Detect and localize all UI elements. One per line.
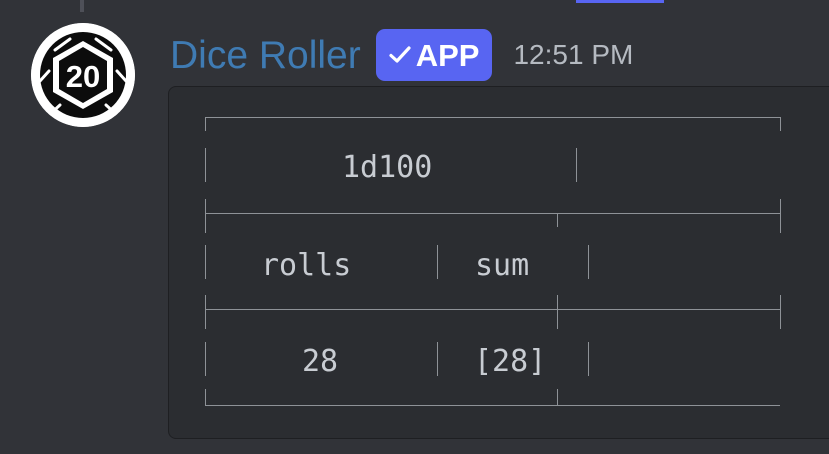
header-separator-left — [205, 295, 206, 329]
message-timestamp[interactable]: 12:51 PM — [513, 41, 633, 69]
avatar[interactable]: 20 — [31, 23, 135, 127]
author-name[interactable]: Dice Roller — [170, 36, 361, 75]
table-top-left-corner — [205, 117, 206, 131]
title-right-border — [576, 148, 577, 182]
title-separator-right — [780, 199, 781, 233]
dice-roller-message: 20 Dice Roller APP 12:51 PM 1d100 rolls … — [0, 0, 829, 454]
header-separator-joint — [557, 295, 558, 329]
badge-label: APP — [415, 37, 480, 73]
rolls-column-header: rolls — [261, 248, 352, 283]
check-icon — [389, 46, 411, 63]
row-left-border — [205, 342, 206, 376]
sum-column-header: sum — [475, 248, 530, 283]
title-separator-left — [205, 199, 206, 233]
rolls-value: 28 — [302, 344, 339, 379]
table-bottom-left-corner — [205, 389, 206, 406]
avatar-number: 20 — [66, 59, 100, 94]
table-top-right-corner — [780, 117, 781, 131]
header-right-border — [588, 245, 589, 279]
title-separator-joint — [557, 213, 558, 227]
table-top-border — [205, 117, 780, 118]
discord-message-screenshot: 20 Dice Roller APP 12:51 PM 1d100 rolls … — [0, 0, 829, 454]
sum-value: [28] — [474, 344, 547, 379]
header-separator-right — [780, 295, 781, 329]
message-header: Dice Roller APP 12:51 PM — [170, 28, 633, 82]
row-middle-border — [437, 342, 438, 376]
title-left-border — [205, 148, 206, 182]
d20-icon: 20 — [31, 23, 135, 127]
app-badge: APP — [375, 29, 493, 81]
header-separator — [205, 309, 780, 310]
header-middle-border — [437, 245, 438, 279]
roll-result-table: 1d100 rolls sum 28 [28] — [169, 87, 829, 438]
header-left-border — [205, 245, 206, 279]
roll-result-code-block: 1d100 rolls sum 28 [28] — [168, 86, 829, 439]
table-bottom-border — [205, 405, 780, 406]
row-right-border — [588, 342, 589, 376]
title-separator — [205, 213, 780, 214]
table-bottom-joint — [557, 389, 558, 406]
roll-formula: 1d100 — [342, 150, 433, 185]
